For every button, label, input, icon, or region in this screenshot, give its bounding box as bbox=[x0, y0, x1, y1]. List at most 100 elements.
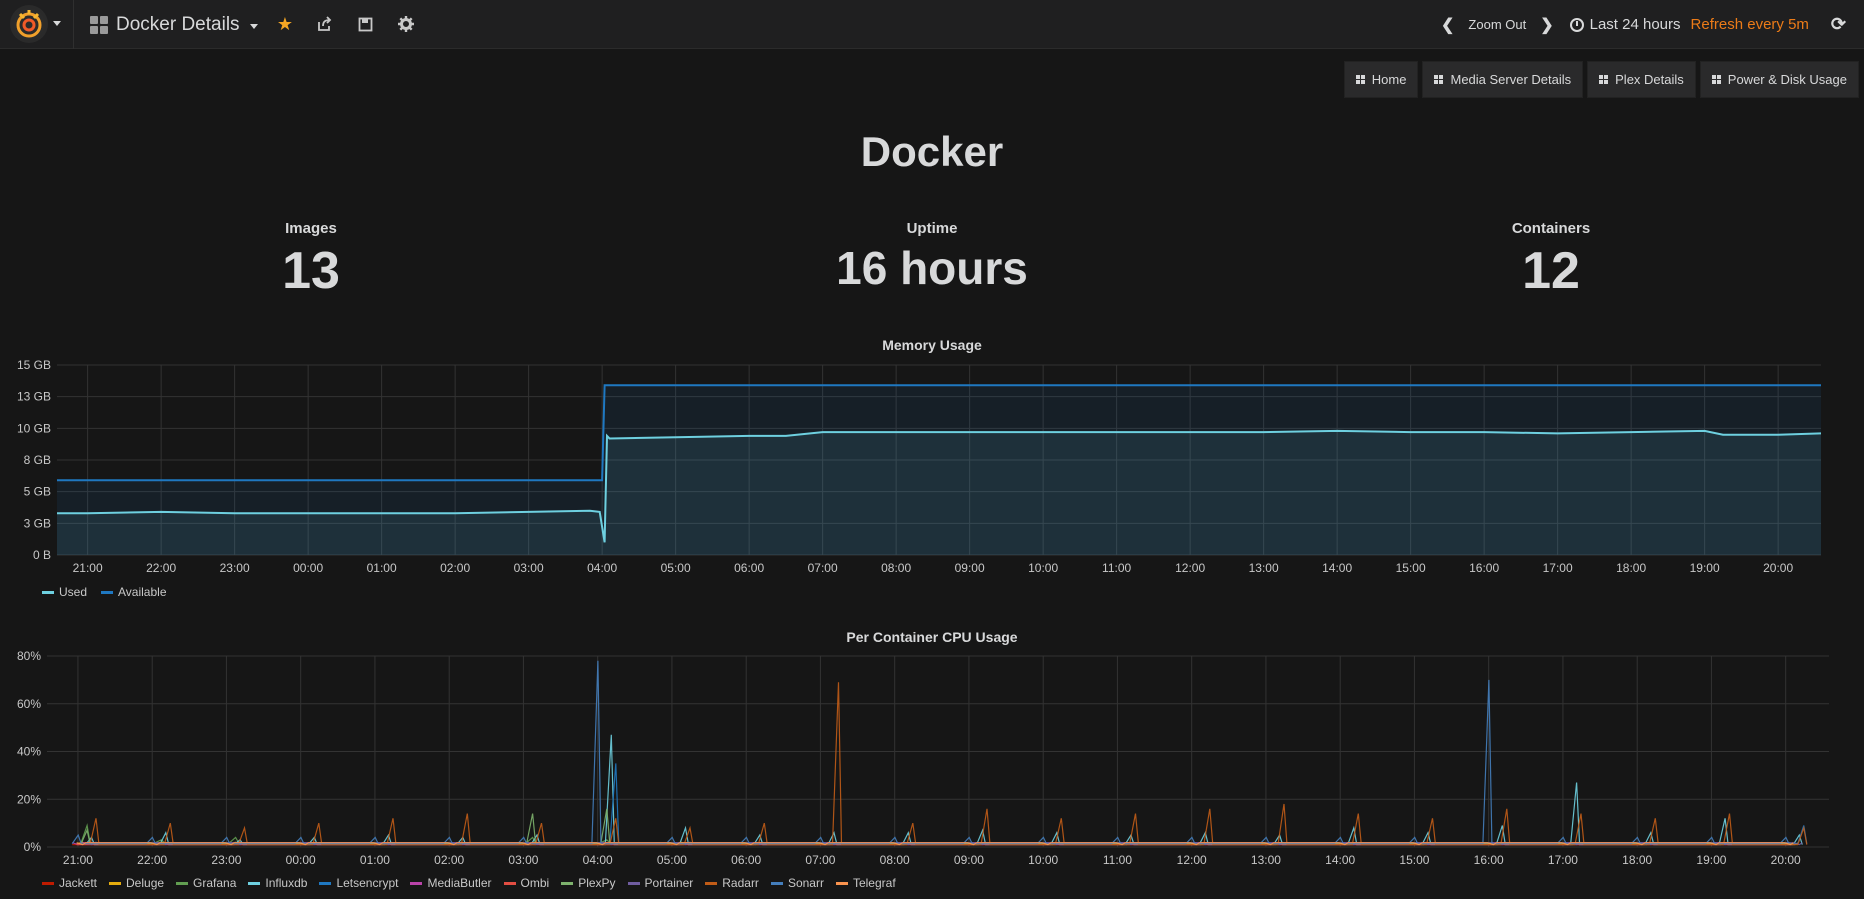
stat-label: Containers bbox=[1511, 220, 1591, 237]
memory-usage-chart[interactable]: 0 B 3 GB 5 GB 8 GB 10 GB 13 GB 15 GB 21:00 22:00… bbox=[0, 352, 1864, 578]
dashboard-picker[interactable]: Docker Details bbox=[90, 0, 258, 49]
stat-value: 13 bbox=[282, 242, 340, 300]
refresh-interval-label[interactable]: Refresh every 5m bbox=[1691, 16, 1809, 33]
cpu-panel-title[interactable]: Per Container CPU Usage bbox=[0, 629, 1864, 645]
chevron-down-icon bbox=[249, 24, 258, 29]
legend-label: Jackett bbox=[59, 876, 98, 890]
time-range-picker[interactable]: Last 24 hours bbox=[1569, 16, 1681, 33]
memory-legend: Used Available bbox=[42, 585, 167, 599]
save-icon bbox=[358, 17, 372, 31]
dashboard-grid-icon bbox=[1711, 75, 1721, 84]
stat-containers: Containers 12 bbox=[1451, 220, 1651, 301]
x-tick-label: 11:00 bbox=[1103, 853, 1132, 867]
link-label: Media Server Details bbox=[1450, 72, 1572, 87]
settings-button[interactable] bbox=[393, 12, 419, 36]
x-tick-label: 17:00 bbox=[1543, 561, 1573, 575]
stat-value: 16 hours bbox=[836, 242, 1028, 294]
x-tick-label: 11:00 bbox=[1102, 561, 1131, 575]
legend-swatch bbox=[42, 881, 54, 885]
x-tick-label: 16:00 bbox=[1469, 561, 1499, 575]
series-line-sonarr bbox=[71, 660, 1790, 845]
link-power-disk-usage[interactable]: Power & Disk Usage bbox=[1699, 61, 1859, 98]
x-tick-label: 18:00 bbox=[1622, 853, 1652, 867]
refresh-icon[interactable]: ⟳ bbox=[1831, 14, 1846, 35]
x-tick-label: 08:00 bbox=[881, 561, 911, 575]
stat-uptime: Uptime 16 hours bbox=[782, 220, 1082, 295]
series-line-letsencrypt bbox=[89, 763, 1808, 846]
legend-swatch bbox=[561, 881, 574, 885]
x-tick-label: 09:00 bbox=[954, 853, 984, 867]
legend-label: MediaButler bbox=[427, 876, 492, 890]
x-tick-label: 21:00 bbox=[63, 853, 93, 867]
memory-panel-title[interactable]: Memory Usage bbox=[0, 337, 1864, 353]
x-tick-label: 23:00 bbox=[211, 853, 241, 867]
legend-item-deluge[interactable]: Deluge bbox=[109, 876, 164, 890]
clock-icon bbox=[1569, 17, 1584, 32]
share-icon bbox=[318, 16, 332, 31]
dashboard-title: Docker Details bbox=[116, 13, 240, 35]
x-tick-label: 23:00 bbox=[220, 561, 250, 575]
dashboard-links: Home Media Server Details Plex Details P… bbox=[1343, 61, 1859, 98]
gear-icon bbox=[398, 16, 414, 32]
share-button[interactable] bbox=[312, 12, 338, 36]
y-tick-label: 8 GB bbox=[24, 453, 51, 467]
chevron-left-icon[interactable]: ❮ bbox=[1441, 15, 1454, 35]
legend-item-radarr[interactable]: Radarr bbox=[705, 876, 759, 890]
legend-item-letsencrypt[interactable]: Letsencrypt bbox=[319, 876, 398, 890]
dashboard-grid-icon bbox=[90, 15, 108, 34]
x-tick-label: 03:00 bbox=[508, 853, 538, 867]
x-tick-label: 15:00 bbox=[1396, 561, 1426, 575]
x-tick-label: 14:00 bbox=[1322, 561, 1352, 575]
x-tick-label: 02:00 bbox=[440, 561, 470, 575]
grafana-menu-button[interactable] bbox=[0, 0, 74, 49]
legend-item-sonarr[interactable]: Sonarr bbox=[770, 876, 824, 890]
link-media-server-details[interactable]: Media Server Details bbox=[1422, 61, 1584, 98]
link-plex-details[interactable]: Plex Details bbox=[1587, 61, 1696, 98]
legend-item-jackett[interactable]: Jackett bbox=[42, 876, 97, 890]
x-tick-label: 19:00 bbox=[1696, 853, 1726, 867]
x-tick-label: 03:00 bbox=[514, 561, 544, 575]
x-tick-label: 20:00 bbox=[1771, 853, 1801, 867]
x-tick-label: 09:00 bbox=[955, 561, 985, 575]
save-button[interactable] bbox=[352, 12, 378, 36]
x-tick-label: 07:00 bbox=[808, 561, 838, 575]
x-tick-label: 01:00 bbox=[367, 561, 397, 575]
x-tick-label: 10:00 bbox=[1028, 853, 1058, 867]
zoom-group: ❮ Zoom Out ❯ bbox=[1441, 15, 1554, 35]
series-line-grafana bbox=[80, 823, 1799, 846]
link-label: Plex Details bbox=[1615, 72, 1684, 87]
legend-item-mediabutler[interactable]: MediaButler bbox=[410, 876, 492, 890]
legend-item-used[interactable]: Used bbox=[42, 585, 87, 599]
legend-label: Influxdb bbox=[265, 876, 308, 890]
y-tick-label: 15 GB bbox=[17, 358, 51, 372]
legend-swatch bbox=[248, 881, 261, 885]
x-tick-label: 18:00 bbox=[1616, 561, 1646, 575]
legend-swatch bbox=[503, 881, 516, 885]
legend-item-ombi[interactable]: Ombi bbox=[503, 876, 549, 890]
dashboard-grid-icon bbox=[1434, 75, 1444, 84]
x-tick-label: 21:00 bbox=[73, 561, 103, 575]
legend-item-grafana[interactable]: Grafana bbox=[176, 876, 236, 890]
zoom-out-button[interactable]: Zoom Out bbox=[1468, 17, 1526, 32]
legend-swatch bbox=[627, 881, 640, 885]
legend-item-available[interactable]: Available bbox=[101, 585, 167, 599]
legend-item-influxdb[interactable]: Influxdb bbox=[248, 876, 307, 890]
legend-item-plexpy[interactable]: PlexPy bbox=[561, 876, 616, 890]
series-line-plexpy bbox=[80, 808, 1798, 846]
legend-label: Letsencrypt bbox=[336, 876, 399, 890]
star-button[interactable]: ★ bbox=[272, 12, 298, 36]
legend-item-telegraf[interactable]: Telegraf bbox=[835, 876, 896, 890]
chevron-right-icon[interactable]: ❯ bbox=[1540, 15, 1553, 35]
link-home[interactable]: Home bbox=[1343, 61, 1419, 98]
legend-label: Sonarr bbox=[787, 876, 824, 890]
x-tick-label: 08:00 bbox=[880, 853, 910, 867]
legend-label: Used bbox=[59, 585, 88, 599]
legend-item-portainer[interactable]: Portainer bbox=[627, 876, 693, 890]
page-title: Docker bbox=[860, 128, 1004, 175]
link-label: Home bbox=[1371, 72, 1407, 87]
stat-label: Uptime bbox=[906, 220, 958, 237]
cpu-usage-chart[interactable]: 0% 20% 40% 60% 80% 21:00 22:00 23:00 00:00 01:00 0… bbox=[0, 646, 1864, 872]
y-tick-label: 80% bbox=[17, 649, 41, 663]
dashboard-grid-icon bbox=[1355, 75, 1365, 84]
y-tick-label: 20% bbox=[17, 792, 41, 806]
